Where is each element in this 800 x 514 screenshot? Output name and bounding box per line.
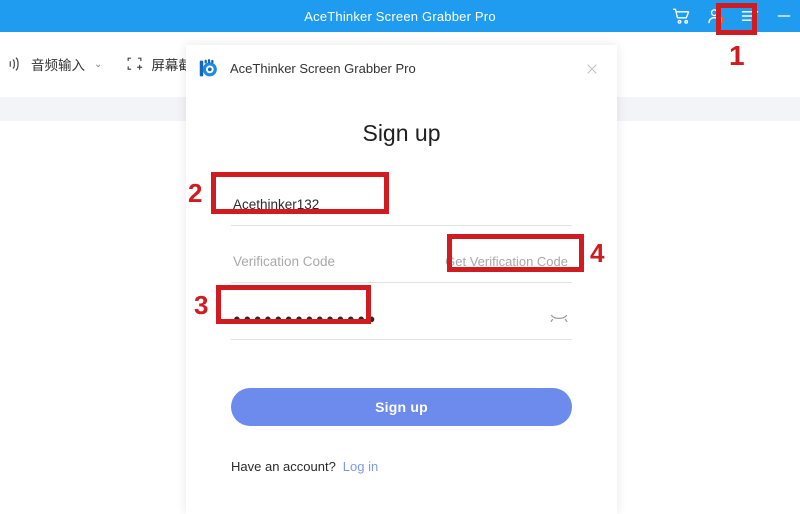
chevron-down-icon[interactable]: ⌄ [94,59,102,70]
menu-icon[interactable] [740,6,760,26]
toolbar-item-audio-input-label: 音频输入 [31,58,85,73]
login-link[interactable]: Log in [343,459,378,474]
minimize-icon[interactable] [774,6,794,26]
account-prompt-label: Have an account? [231,459,336,474]
get-verification-code-link[interactable]: Get Verification Code [445,254,572,269]
password-input[interactable] [231,310,572,326]
app-titlebar: AceThinker Screen Grabber Pro [0,0,800,32]
signup-button[interactable]: Sign up [231,388,572,426]
acethinker-logo-icon [198,58,219,79]
account-alert-icon[interactable] [706,6,726,26]
signup-dialog: AceThinker Screen Grabber Pro Sign up Ge… [186,45,617,514]
page-title: Sign up [362,120,441,146]
dialog-title: AceThinker Screen Grabber Pro [230,61,416,76]
toolbar-item-audio-input[interactable]: 音频输入 ⌄ [4,54,102,74]
username-input[interactable] [231,196,572,212]
password-field[interactable] [231,297,572,340]
eye-off-icon[interactable] [548,310,570,326]
close-icon[interactable] [581,58,603,80]
audio-input-icon [4,54,24,74]
signup-form: Get Verification Code Sign up Have an ac… [231,147,572,474]
verification-code-input[interactable] [231,253,446,269]
screen-capture-icon [124,54,144,74]
titlebar-actions [672,0,794,32]
verification-code-field[interactable]: Get Verification Code [231,240,572,283]
dialog-header: AceThinker Screen Grabber Pro [186,45,617,92]
cart-icon[interactable] [672,6,692,26]
username-field[interactable] [231,183,572,226]
account-prompt-row: Have an account? Log in [231,459,572,474]
